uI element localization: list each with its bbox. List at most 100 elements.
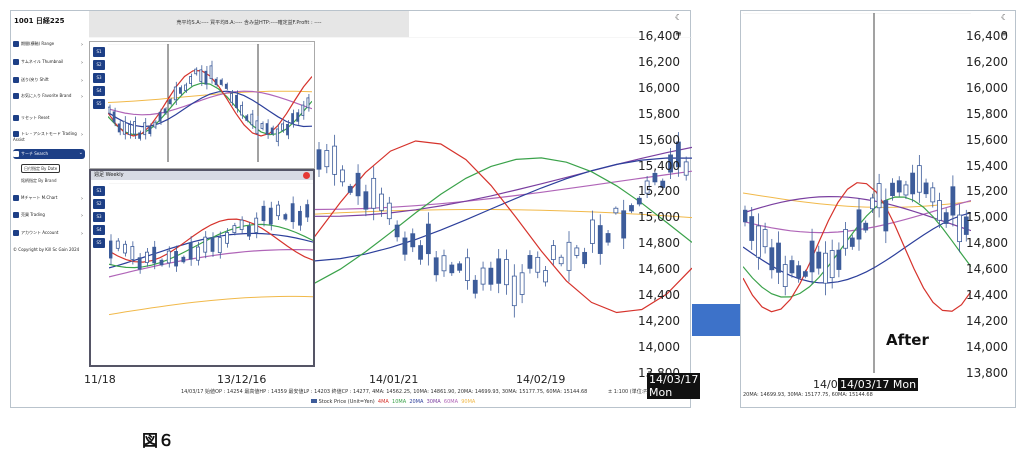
after-chart-panel: 16,400 16,200 16,000 15,800 15,600 15,400 15,2…: [740, 10, 1016, 408]
tab-weekly-s4[interactable]: S4: [93, 225, 105, 235]
candle: [247, 225, 251, 237]
candle: [115, 240, 120, 249]
y-tick-label: 14,600: [966, 262, 1008, 277]
sidebar-item-reset[interactable]: リセット Reset: [13, 115, 85, 121]
tab-s3[interactable]: S3: [93, 73, 105, 83]
sidebar-item-trading[interactable]: 売買 Trading ›: [13, 212, 85, 219]
candle: [283, 214, 288, 220]
y-tick-label: 15,400: [966, 158, 1008, 173]
candle: [410, 233, 416, 248]
candle: [194, 68, 198, 75]
summary-text: 売平均S.A:---- 買平均B.A:---- 含み益HTP:----確定益F.…: [176, 20, 322, 26]
candle: [629, 205, 634, 212]
candle: [199, 69, 203, 82]
candle: [802, 271, 808, 277]
chevron-right-icon: ›: [81, 231, 83, 237]
y-tick-label: 15,600: [966, 132, 1008, 147]
y-tick-label: 15,800: [966, 106, 1008, 121]
candle: [168, 99, 172, 105]
candle: [488, 267, 494, 285]
candle: [504, 259, 509, 286]
candle: [472, 279, 478, 294]
account-icon: [13, 230, 19, 236]
tab-weekly-s2[interactable]: S2: [93, 199, 105, 209]
candle: [796, 265, 802, 279]
summary-bar: 売平均S.A:---- 買平均B.A:---- 含み益HTP:----確定益F.…: [89, 11, 409, 37]
thumbnail-icon: [13, 59, 19, 65]
candle: [605, 233, 611, 243]
tab-s5[interactable]: S5: [93, 99, 105, 109]
candle: [166, 250, 171, 264]
candle: [937, 200, 942, 221]
sidebar-item-thumbnail[interactable]: サムネイル Thumbnail ›: [13, 59, 85, 66]
legend-swatch: [311, 399, 317, 403]
candle: [130, 246, 135, 260]
after-info-line: 20MA: 14699.93, 30MA: 15177.75, 60MA: 15…: [743, 392, 873, 398]
weekly-title: 週足 Weekly: [91, 171, 313, 180]
inset-daily-thumbnail[interactable]: [89, 41, 315, 169]
chevron-down-icon: ⌄: [78, 150, 83, 156]
menu-icon[interactable]: ≡: [675, 29, 682, 38]
tab-s2[interactable]: S2: [93, 60, 105, 70]
sidebar-item-range[interactable]: 期間(横軸) Range ›: [13, 41, 85, 48]
candle: [863, 222, 869, 231]
candle: [943, 212, 949, 224]
y-tick-label: 16,200: [966, 54, 1008, 69]
y-tick-label: 15,600: [638, 132, 680, 147]
y-tick-label: 13,800: [966, 365, 1008, 380]
y-tick-label: 16,000: [966, 80, 1008, 95]
candle: [181, 256, 186, 263]
moon-icon[interactable]: ☾: [1001, 13, 1008, 22]
candle: [823, 252, 828, 284]
tab-weekly-s5[interactable]: S5: [93, 238, 105, 248]
candle: [762, 229, 768, 248]
candle: [224, 83, 228, 89]
candle: [260, 122, 264, 129]
candle: [153, 121, 157, 128]
tab-s4[interactable]: S4: [93, 86, 105, 96]
menu-icon[interactable]: ≡: [1001, 29, 1008, 38]
candle: [189, 76, 192, 84]
tab-weekly-s3[interactable]: S3: [93, 212, 105, 222]
favorite-icon: [13, 93, 19, 99]
y-tick-label: 15,800: [638, 106, 680, 121]
sidebar-item-mchart[interactable]: Mチャート M.Chart ›: [13, 195, 85, 202]
y-tick-label: 14,800: [638, 236, 680, 251]
candle: [108, 106, 111, 114]
candle: [306, 97, 310, 109]
candle: [255, 120, 259, 134]
y-tick-label: 16,400: [638, 29, 680, 43]
candle: [316, 149, 322, 170]
chevron-right-icon: ›: [81, 213, 83, 219]
sidebar-item-shift[interactable]: 送り/戻り Shift ›: [13, 77, 85, 84]
candle: [122, 120, 126, 135]
inset-weekly-window[interactable]: 週足 Weekly: [89, 169, 315, 367]
candle: [816, 251, 822, 269]
candle: [394, 224, 400, 238]
candle: [296, 112, 300, 122]
candle: [836, 249, 842, 270]
candle: [574, 247, 580, 256]
sidebar-item-trading-assist[interactable]: トレ・アシストモード Trading Assist ›: [13, 131, 85, 142]
sub-item-by-brand[interactable]: 銘柄指定 By Brand: [21, 178, 57, 184]
sub-item-by-date[interactable]: 日付指定 By Date: [21, 164, 61, 173]
candle: [923, 182, 929, 195]
tab-weekly-s1[interactable]: S1: [93, 186, 105, 196]
sidebar-item-favorite[interactable]: お気に入り Favorite Brand ›: [13, 93, 85, 100]
sidebar-item-account[interactable]: アカウント Account ›: [13, 230, 85, 237]
chevron-right-icon: ›: [81, 42, 83, 48]
sidebar-item-search[interactable]: サーチ Search ⌄: [13, 149, 85, 159]
candle: [174, 251, 178, 267]
candle: [301, 104, 305, 116]
candle: [683, 161, 689, 176]
close-icon[interactable]: [303, 172, 310, 179]
candle: [418, 245, 423, 260]
mchart-icon: [13, 195, 19, 201]
candle: [457, 263, 463, 271]
moon-icon[interactable]: ☾: [675, 13, 682, 22]
tab-s1[interactable]: S1: [93, 47, 105, 57]
candle: [250, 113, 254, 126]
candle: [782, 264, 788, 287]
candle: [340, 169, 345, 183]
candle: [196, 246, 200, 261]
